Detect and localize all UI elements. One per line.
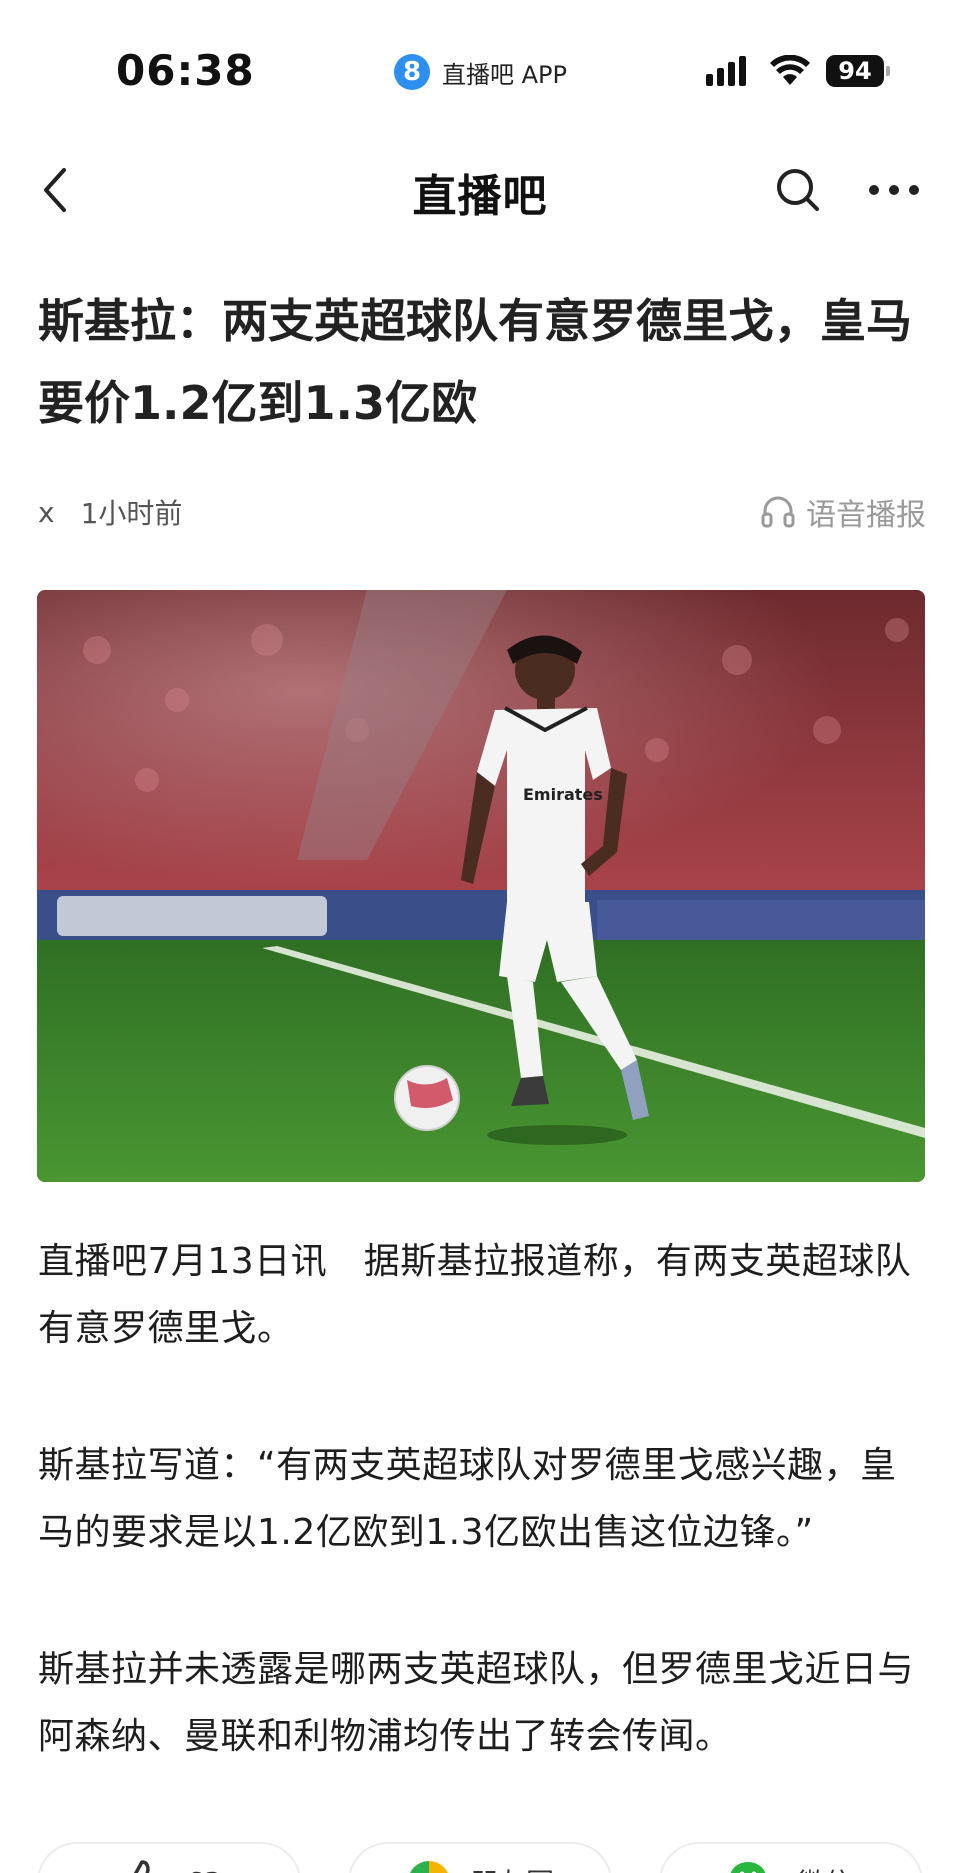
- nav-bar: 直播吧: [0, 140, 960, 240]
- article-meta: x 1小时前 语音播报: [38, 490, 926, 534]
- wechat-icon: [730, 1862, 766, 1873]
- battery-icon: 94: [826, 55, 890, 87]
- like-button[interactable]: 63: [37, 1842, 301, 1873]
- article-title: 斯基拉：两支英超球队有意罗德里戈，皇马要价1.2亿到1.3亿欧: [38, 294, 912, 430]
- search-icon: [777, 169, 819, 211]
- audio-broadcast-label: 语音播报: [806, 498, 926, 533]
- moments-aperture-icon: [410, 1861, 448, 1873]
- audio-broadcast-button[interactable]: 语音播报: [760, 490, 926, 534]
- article-time: 1小时前: [80, 497, 183, 530]
- article-hero-image[interactable]: Emirates: [37, 590, 925, 1182]
- status-indicators: 94: [706, 52, 890, 90]
- like-count: 63: [186, 1866, 222, 1873]
- football-player-photo: Emirates: [37, 590, 925, 1182]
- status-app-indicator: 8 直播吧 APP: [394, 52, 567, 92]
- article-source: x: [38, 495, 55, 529]
- more-button[interactable]: [864, 162, 924, 218]
- wechat-label: 微信: [797, 1862, 853, 1873]
- thumbs-up-icon: [134, 1860, 150, 1873]
- article-body: 直播吧7月13日讯 据斯基拉报道称，有两支英超球队有意罗德里戈。 斯基拉写道：“…: [38, 1228, 928, 1840]
- share-action-bar: 63 朋友圈 微信: [0, 1842, 960, 1873]
- moments-label: 朋友圈: [470, 1862, 554, 1873]
- signal-icon: [706, 56, 750, 86]
- svg-text:Emirates: Emirates: [523, 785, 603, 804]
- status-bar: 06:38 8 直播吧 APP 94: [0, 0, 960, 140]
- search-button[interactable]: [770, 162, 826, 218]
- app-logo-icon: 8: [394, 54, 430, 90]
- article-paragraph: 斯基拉并未透露是哪两支英超球队，但罗德里戈近日与阿森纳、曼联和利物浦均传出了转会…: [38, 1649, 915, 1757]
- article-paragraph: 直播吧7月13日讯 据斯基拉报道称，有两支英超球队有意罗德里戈。: [38, 1241, 912, 1349]
- more-dots-icon: [869, 185, 919, 195]
- article-paragraph: 斯基拉写道：“有两支英超球队对罗德里戈感兴趣，皇马的要求是以1.2亿欧到1.3亿…: [38, 1445, 897, 1553]
- share-moments-button[interactable]: 朋友圈: [348, 1842, 612, 1873]
- share-wechat-button[interactable]: 微信: [659, 1842, 923, 1873]
- status-app-name: 直播吧 APP: [442, 60, 567, 89]
- headphones-icon: [761, 496, 795, 528]
- wifi-icon: [770, 55, 810, 85]
- status-time: 06:38: [116, 46, 255, 95]
